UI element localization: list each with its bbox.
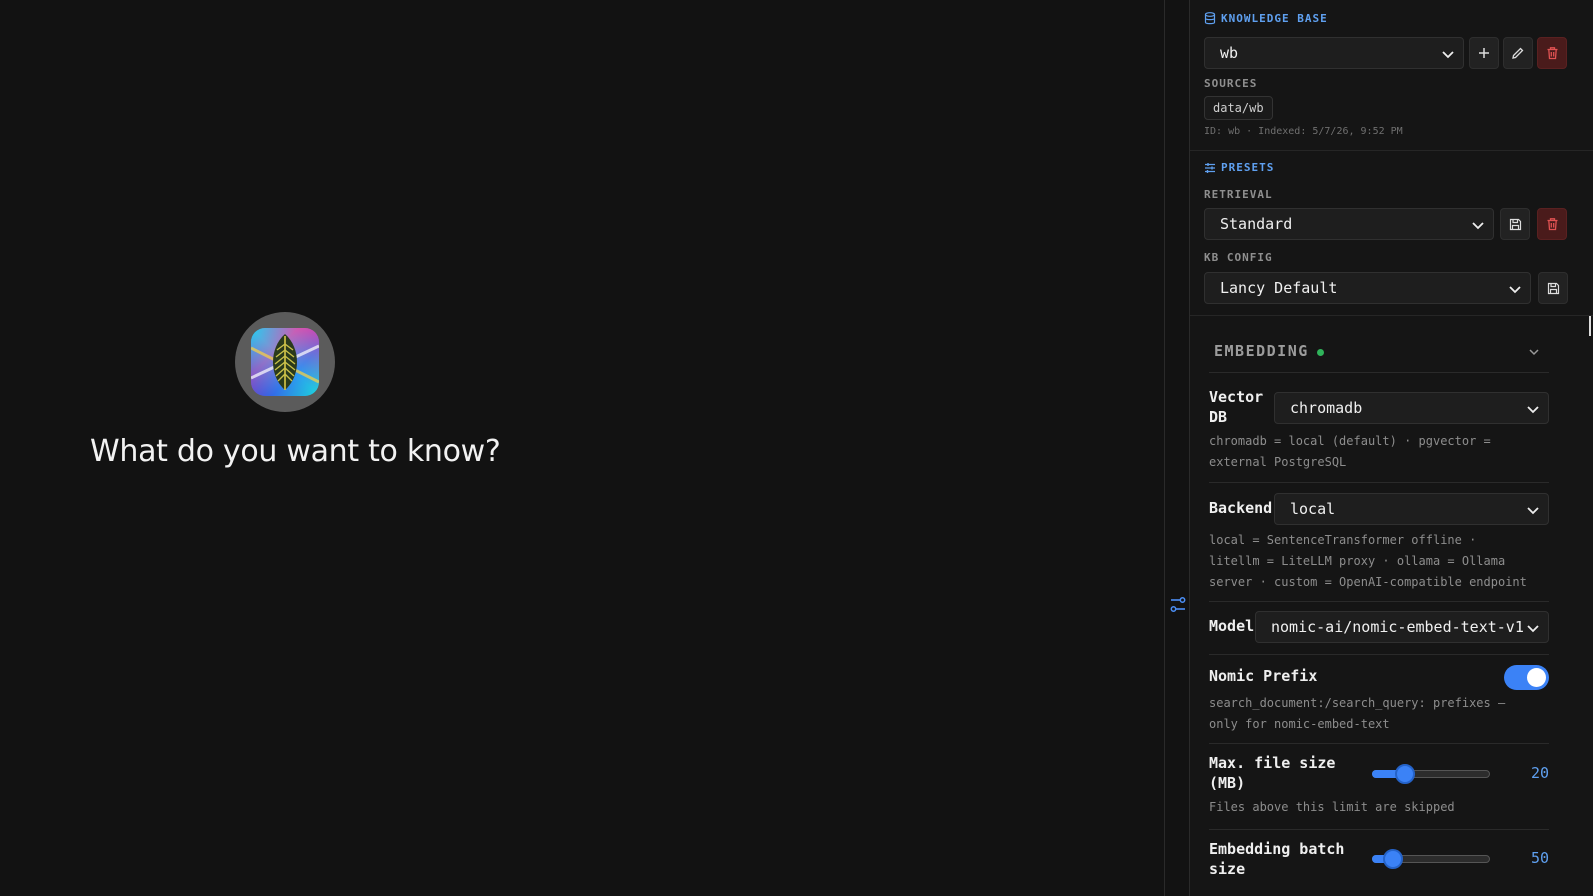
max-file-size-label-line2: (MB) — [1209, 774, 1246, 792]
sliders-icon — [1205, 162, 1215, 173]
batch-size-label-line2: size — [1209, 860, 1246, 878]
retrieval-label: RETRIEVAL — [1204, 188, 1273, 201]
settings-panel: KNOWLEDGE BASE wb SOURCES data/wb ID: wb… — [1190, 0, 1593, 896]
panel-divider — [1164, 0, 1190, 896]
kb-config-select[interactable]: Lancy Default — [1204, 272, 1531, 304]
save-icon — [1509, 218, 1521, 230]
knowledge-base-select[interactable]: wb — [1204, 37, 1464, 69]
source-chip: data/wb — [1204, 96, 1273, 120]
retrieval-preset-select[interactable]: Standard — [1204, 208, 1494, 240]
model-label: Model — [1209, 617, 1255, 635]
plus-icon — [1479, 48, 1489, 58]
divider — [1209, 743, 1549, 744]
nomic-prefix-help-line2: only for nomic-embed-text — [1209, 717, 1390, 731]
divider — [1209, 372, 1549, 373]
kb-config-value: Lancy Default — [1220, 279, 1338, 297]
kb-config-label: KB CONFIG — [1204, 251, 1273, 264]
vector-db-select[interactable]: chromadb — [1274, 392, 1549, 424]
vector-db-label: Vector DB — [1209, 387, 1263, 427]
batch-size-label-line1: Embedding batch — [1209, 840, 1345, 858]
knowledge-base-heading: KNOWLEDGE BASE — [1204, 12, 1328, 25]
backend-help-line3: server · custom = OpenAI-compatible endp… — [1209, 575, 1527, 589]
embedding-heading: EMBEDDING — [1214, 342, 1309, 360]
batch-size-value: 50 — [1530, 849, 1549, 867]
vector-db-help-line1: chromadb = local (default) · pgvector = — [1209, 434, 1491, 448]
delete-retrieval-preset-button[interactable] — [1537, 208, 1567, 240]
app-logo-avatar — [235, 312, 335, 412]
save-icon — [1547, 282, 1559, 294]
chevron-down-icon — [1527, 625, 1539, 633]
scrollbar-thumb[interactable] — [1589, 316, 1591, 336]
model-value: nomic-ai/nomic-embed-text-v1 — [1271, 618, 1524, 636]
backend-select[interactable]: local — [1274, 493, 1549, 525]
add-knowledge-base-button[interactable] — [1469, 37, 1499, 69]
presets-heading-text: PRESETS — [1221, 161, 1275, 174]
status-dot — [1316, 349, 1324, 356]
vector-db-help: chromadb = local (default) · pgvector = … — [1209, 431, 1554, 473]
backend-help-line1: local = SentenceTransformer offline · — [1209, 533, 1477, 547]
retrieval-preset-value: Standard — [1220, 215, 1293, 233]
knowledge-base-heading-text: KNOWLEDGE BASE — [1221, 12, 1328, 25]
nomic-prefix-label: Nomic Prefix — [1209, 667, 1318, 685]
divider — [1209, 482, 1549, 483]
batch-size-slider[interactable] — [1372, 849, 1490, 869]
section-divider — [1190, 315, 1593, 316]
knowledge-base-meta: ID: wb · Indexed: 5/7/26, 9:52 PM — [1204, 126, 1403, 137]
divider — [1209, 601, 1549, 602]
nomic-prefix-help-line1: search_document:/search_query: prefixes … — [1209, 696, 1506, 710]
backend-help: local = SentenceTransformer offline · li… — [1209, 530, 1554, 593]
vector-db-label-line2: DB — [1209, 408, 1228, 426]
max-file-size-help: Files above this limit are skipped — [1209, 800, 1455, 814]
max-file-size-label: Max. file size (MB) — [1209, 753, 1335, 793]
embedding-section-toggle[interactable]: EMBEDDING — [1214, 342, 1324, 360]
knowledge-base-select-value: wb — [1220, 44, 1239, 62]
backend-value: local — [1290, 500, 1336, 518]
delete-knowledge-base-button[interactable] — [1537, 37, 1567, 69]
presets-heading: PRESETS — [1204, 161, 1274, 174]
nomic-prefix-help: search_document:/search_query: prefixes … — [1209, 693, 1554, 735]
vector-db-value: chromadb — [1290, 399, 1363, 417]
backend-label: Backend — [1209, 499, 1273, 517]
chat-main-area: What do you want to know? — [0, 0, 1164, 896]
leaf-logo-icon — [251, 328, 319, 396]
toggle-knob — [1527, 668, 1546, 687]
divider — [1209, 829, 1549, 830]
chevron-down-icon — [1509, 286, 1521, 294]
chevron-down-icon — [1527, 406, 1539, 414]
slider-thumb[interactable] — [1394, 764, 1415, 784]
trash-icon — [1547, 218, 1557, 231]
chat-prompt-title: What do you want to know? — [90, 434, 501, 469]
chevron-down-icon — [1527, 507, 1539, 515]
batch-size-label: Embedding batch size — [1209, 839, 1344, 879]
nomic-prefix-toggle[interactable] — [1504, 665, 1549, 690]
max-file-size-label-line1: Max. file size — [1209, 754, 1336, 772]
divider — [1209, 654, 1549, 655]
save-retrieval-preset-button[interactable] — [1500, 208, 1530, 240]
trash-icon — [1547, 47, 1557, 60]
vector-db-label-line1: Vector — [1209, 388, 1264, 406]
backend-help-line2: litellm = LiteLLM proxy · ollama = Ollam… — [1209, 554, 1506, 568]
save-kb-config-button[interactable] — [1538, 272, 1568, 304]
settings-sliders-icon[interactable] — [1170, 596, 1186, 614]
model-select[interactable]: nomic-ai/nomic-embed-text-v1 — [1255, 611, 1549, 643]
section-divider — [1190, 150, 1593, 151]
vector-db-help-line2: external PostgreSQL — [1209, 455, 1347, 469]
sources-label: SOURCES — [1204, 77, 1258, 90]
edit-knowledge-base-button[interactable] — [1503, 37, 1533, 69]
max-file-size-value: 20 — [1530, 764, 1549, 782]
max-file-size-slider[interactable] — [1372, 764, 1490, 784]
pencil-icon — [1512, 47, 1524, 59]
chevron-down-icon — [1472, 222, 1484, 230]
database-icon — [1204, 12, 1216, 25]
chevron-down-icon — [1442, 51, 1454, 59]
chevron-down-icon[interactable] — [1528, 346, 1540, 358]
slider-thumb[interactable] — [1382, 849, 1403, 869]
